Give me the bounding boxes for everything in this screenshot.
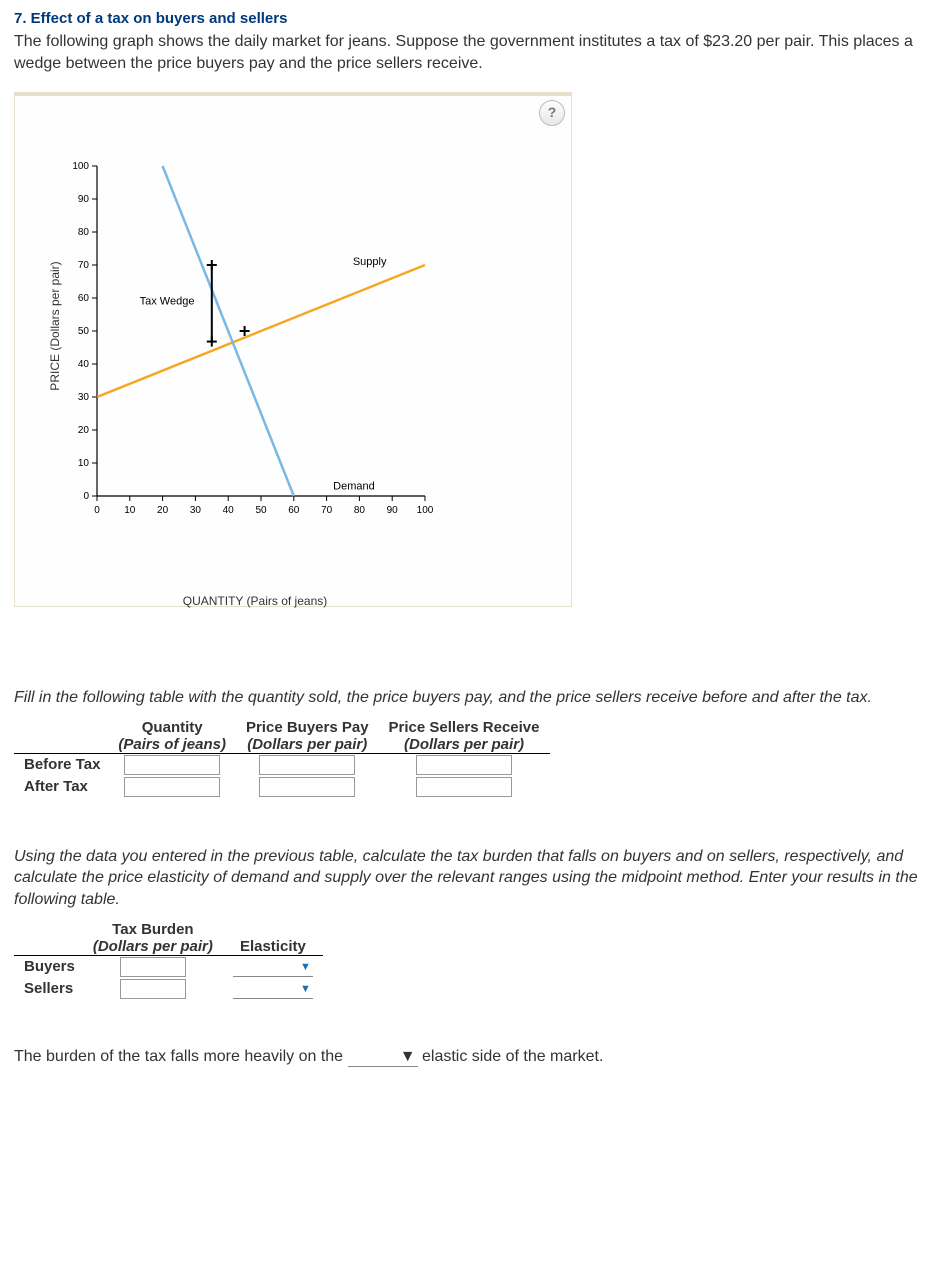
svg-text:10: 10 xyxy=(78,458,90,469)
chart-svg[interactable]: 0 10 20 30 40 50 60 70 80 90 100 0 10 20 30 40 50 60 70 80 9… xyxy=(55,156,435,526)
svg-text:80: 80 xyxy=(78,227,90,238)
svg-text:80: 80 xyxy=(354,505,366,516)
y-axis-label: PRICE (Dollars per pair) xyxy=(48,262,62,391)
conclusion-sentence: The burden of the tax falls more heavily… xyxy=(14,1048,926,1067)
table1-instruction: Fill in the following table with the qua… xyxy=(14,687,926,709)
svg-text:0: 0 xyxy=(83,491,89,502)
col-sellers: Price Sellers Receive xyxy=(389,719,540,736)
table-burden-elasticity: Tax Burden(Dollars per pair) Elasticity … xyxy=(14,921,323,1000)
chart[interactable]: PRICE (Dollars per pair) 010203040506070… xyxy=(55,156,455,576)
table2-instruction: Using the data you entered in the previo… xyxy=(14,846,926,911)
svg-text:40: 40 xyxy=(78,359,90,370)
price-sellers-after-input[interactable] xyxy=(416,777,512,797)
svg-text:Supply: Supply xyxy=(353,256,387,268)
table-row: Buyers ▼ xyxy=(14,955,323,978)
elasticity-buyers-dropdown[interactable]: ▼ xyxy=(233,958,313,977)
col-elasticity: Elasticity xyxy=(240,938,306,955)
svg-text:90: 90 xyxy=(78,194,90,205)
qty-before-input[interactable] xyxy=(124,755,220,775)
question-intro: The following graph shows the daily mark… xyxy=(14,31,926,74)
svg-text:70: 70 xyxy=(78,260,90,271)
table-before-after: Quantity(Pairs of jeans) Price Buyers Pa… xyxy=(14,719,550,798)
row-before-label: Before Tax xyxy=(14,753,108,776)
svg-text:0: 0 xyxy=(94,505,100,516)
chevron-down-icon: ▼ xyxy=(400,1048,416,1066)
elasticity-sellers-dropdown[interactable]: ▼ xyxy=(233,980,313,999)
chart-panel: ? PRICE (Dollars per pair) 0 10 20 30 40 50 60… xyxy=(14,92,572,607)
col-qty: Quantity xyxy=(142,719,203,736)
burden-sellers-input[interactable] xyxy=(120,979,186,999)
row-sellers-label: Sellers xyxy=(14,978,83,1000)
table-row: Sellers ▼ xyxy=(14,978,323,1000)
svg-text:50: 50 xyxy=(255,505,267,516)
svg-text:90: 90 xyxy=(387,505,399,516)
svg-text:100: 100 xyxy=(417,505,434,516)
price-buyers-before-input[interactable] xyxy=(259,755,355,775)
help-button[interactable]: ? xyxy=(539,100,565,126)
table-row: After Tax xyxy=(14,776,550,798)
svg-text:30: 30 xyxy=(190,505,202,516)
x-axis-label: QUANTITY (Pairs of jeans) xyxy=(183,594,327,608)
col-buyers: Price Buyers Pay xyxy=(246,719,369,736)
svg-text:70: 70 xyxy=(321,505,333,516)
svg-text:Demand: Demand xyxy=(333,481,375,493)
table-row: Before Tax xyxy=(14,753,550,776)
svg-text:100: 100 xyxy=(72,161,89,172)
price-sellers-before-input[interactable] xyxy=(416,755,512,775)
question-title: 7. Effect of a tax on buyers and sellers xyxy=(14,10,926,27)
svg-text:20: 20 xyxy=(78,425,90,436)
col-burden: Tax Burden xyxy=(112,921,193,938)
row-after-label: After Tax xyxy=(14,776,108,798)
svg-text:Tax Wedge: Tax Wedge xyxy=(140,296,195,308)
svg-text:50: 50 xyxy=(78,326,90,337)
svg-text:40: 40 xyxy=(223,505,235,516)
row-buyers-label: Buyers xyxy=(14,955,83,978)
qty-after-input[interactable] xyxy=(124,777,220,797)
svg-text:10: 10 xyxy=(124,505,136,516)
side-of-market-dropdown[interactable]: ▼ xyxy=(348,1048,418,1067)
svg-text:20: 20 xyxy=(157,505,169,516)
burden-buyers-input[interactable] xyxy=(120,957,186,977)
svg-text:30: 30 xyxy=(78,392,90,403)
svg-text:60: 60 xyxy=(78,293,90,304)
svg-text:60: 60 xyxy=(288,505,300,516)
chevron-down-icon: ▼ xyxy=(300,961,311,973)
price-buyers-after-input[interactable] xyxy=(259,777,355,797)
chevron-down-icon: ▼ xyxy=(300,983,311,995)
